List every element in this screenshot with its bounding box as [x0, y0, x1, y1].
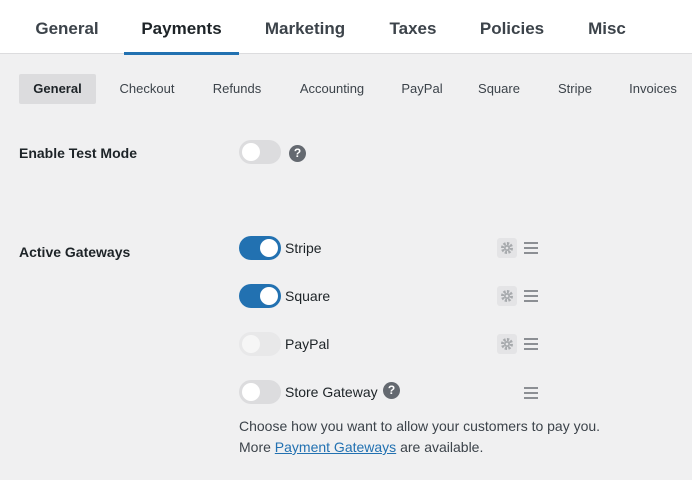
- payment-gateways-link[interactable]: Payment Gateways: [275, 439, 396, 455]
- subtab-refunds[interactable]: Refunds: [201, 74, 273, 104]
- store-gateway-drag-handle-icon[interactable]: [524, 387, 538, 399]
- test-mode-label: Enable Test Mode: [19, 145, 137, 161]
- square-settings-gear-icon[interactable]: [497, 286, 517, 306]
- stripe-settings-gear-icon[interactable]: [497, 238, 517, 258]
- subtab-paypal[interactable]: PayPal: [392, 74, 452, 104]
- paypal-gateway-label: PayPal: [285, 336, 330, 352]
- settings-main-tabs: General Payments Marketing Taxes Policie…: [0, 0, 692, 55]
- subtab-stripe[interactable]: Stripe: [547, 74, 603, 104]
- active-gateways-label: Active Gateways: [19, 244, 131, 260]
- tab-policies[interactable]: Policies: [472, 0, 552, 54]
- more-prefix: More: [239, 439, 275, 455]
- store-gateway-help-icon[interactable]: ?: [383, 382, 400, 399]
- tab-general[interactable]: General: [19, 0, 115, 54]
- subtab-invoices[interactable]: Invoices: [620, 74, 686, 104]
- subtab-checkout[interactable]: Checkout: [108, 74, 186, 104]
- tab-taxes[interactable]: Taxes: [380, 0, 446, 54]
- square-gateway-label: Square: [285, 288, 331, 304]
- subtab-square[interactable]: Square: [468, 74, 530, 104]
- tab-marketing[interactable]: Marketing: [255, 0, 355, 54]
- more-suffix: are available.: [396, 439, 484, 455]
- stripe-drag-handle-icon[interactable]: [524, 242, 538, 254]
- square-drag-handle-icon[interactable]: [524, 290, 538, 302]
- test-mode-help-icon[interactable]: ?: [289, 145, 306, 162]
- paypal-drag-handle-icon[interactable]: [524, 338, 538, 350]
- tab-misc[interactable]: Misc: [580, 0, 634, 54]
- paypal-settings-gear-icon[interactable]: [497, 334, 517, 354]
- store-gateway-toggle[interactable]: [239, 380, 281, 404]
- store-gateway-label: Store Gateway: [285, 384, 378, 400]
- gateways-more-text: More Payment Gateways are available.: [239, 439, 483, 455]
- subtab-accounting[interactable]: Accounting: [290, 74, 374, 104]
- stripe-gateway-label: Stripe: [285, 240, 322, 256]
- gateways-description: Choose how you want to allow your custom…: [239, 418, 601, 434]
- paypal-gateway-toggle[interactable]: [239, 332, 281, 356]
- test-mode-toggle[interactable]: [239, 140, 281, 164]
- subtab-general[interactable]: General: [19, 74, 96, 104]
- tab-payments[interactable]: Payments: [124, 0, 239, 55]
- square-gateway-toggle[interactable]: [239, 284, 281, 308]
- stripe-gateway-toggle[interactable]: [239, 236, 281, 260]
